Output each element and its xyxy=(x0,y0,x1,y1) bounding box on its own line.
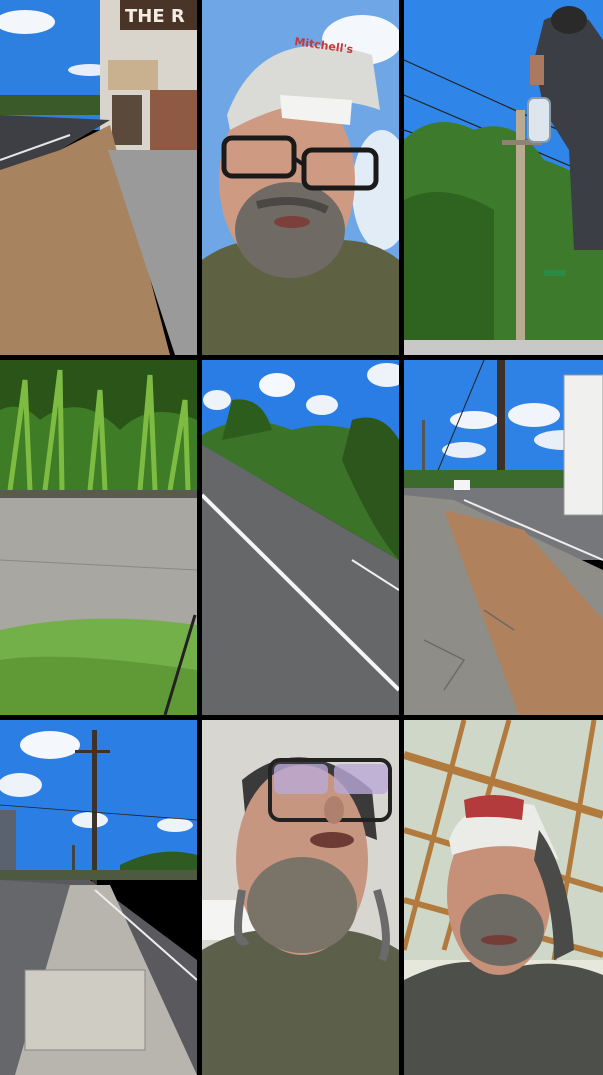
selfie-cap-image: Mitchell's xyxy=(202,0,399,355)
street-poles-image xyxy=(0,720,197,1075)
selfie-shelter-image xyxy=(404,720,603,1075)
tile-street-poles xyxy=(0,720,197,1075)
tile-man-pole-trees xyxy=(404,0,603,355)
tile-selfie-low-angle xyxy=(202,720,399,1075)
storefront-sidewalk-image: THE R xyxy=(0,0,197,355)
tile-storefront-sidewalk: THE R xyxy=(0,0,197,355)
tile-weeds-curb xyxy=(0,360,197,715)
store-sign-text: THE R xyxy=(125,6,185,27)
sidewalk-truck-image xyxy=(404,360,603,715)
weeds-curb-image xyxy=(0,360,197,715)
tile-road-lane-hill xyxy=(202,360,399,715)
tile-selfie-cap: Mitchell's xyxy=(202,0,399,355)
man-pole-trees-image xyxy=(404,0,603,355)
tile-selfie-shelter xyxy=(404,720,603,1075)
video-mosaic-grid: THE R Mitchell's xyxy=(0,0,603,1075)
selfie-low-angle-image xyxy=(202,720,399,1075)
tile-sidewalk-truck xyxy=(404,360,603,715)
road-lane-hill-image xyxy=(202,360,399,715)
